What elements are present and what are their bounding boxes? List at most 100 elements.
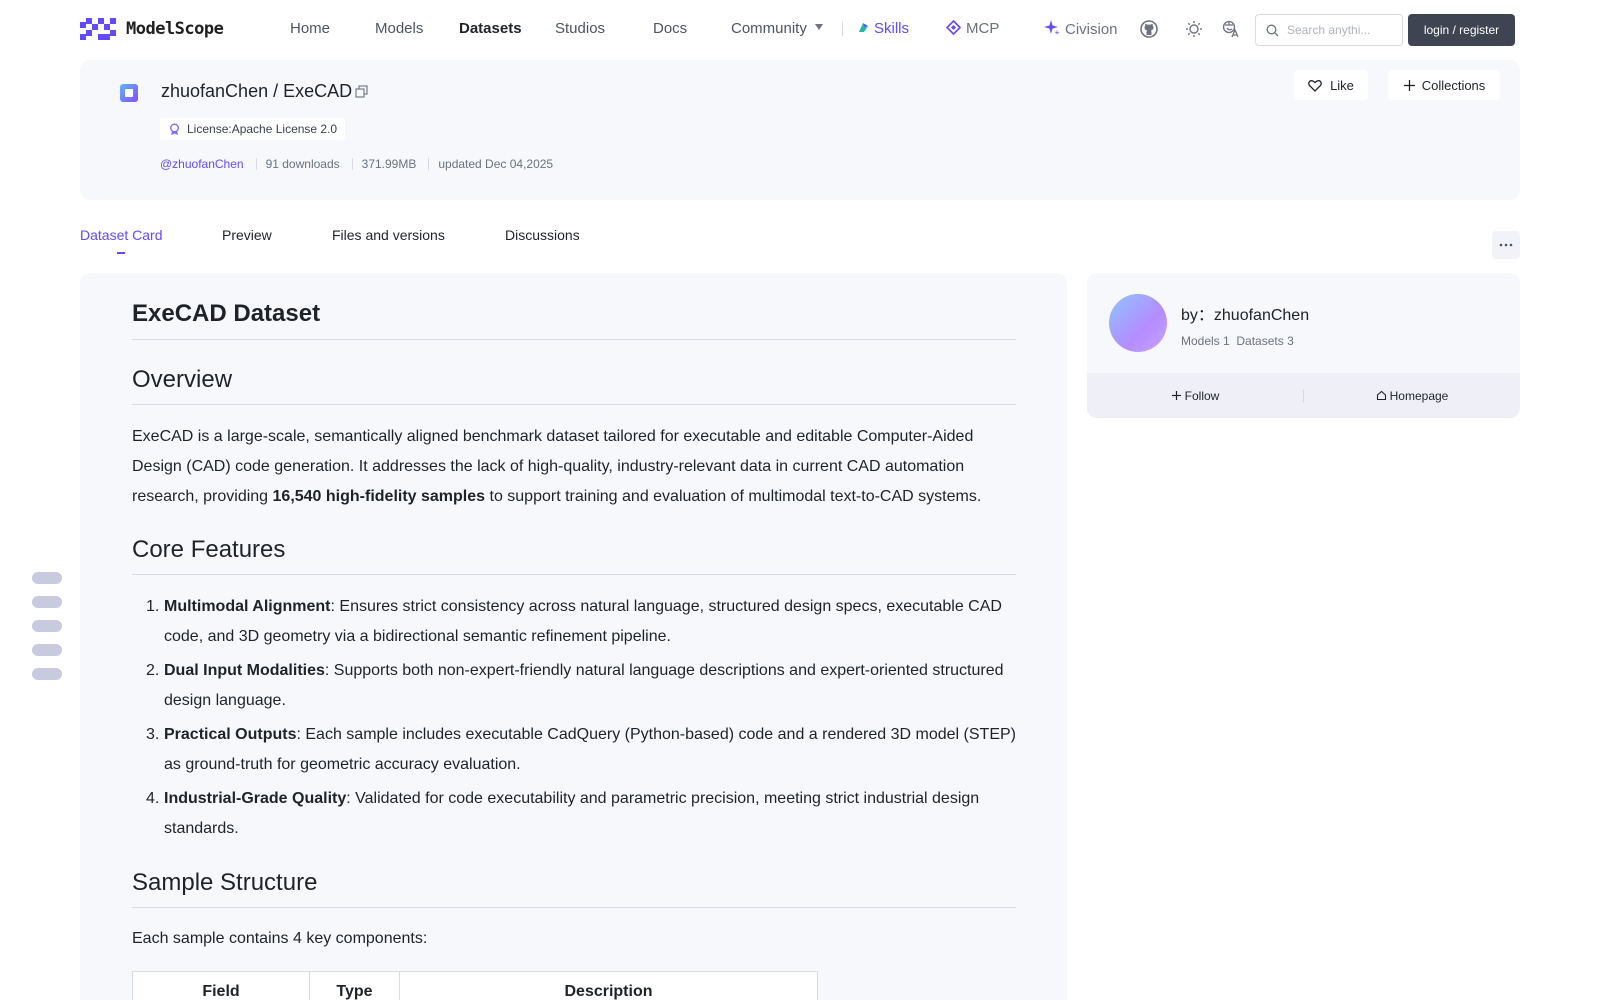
title-separator: / — [273, 81, 279, 101]
author-byline: by：zhuofanChen — [1181, 301, 1309, 325]
updated-date: updated Dec 04,2025 — [438, 157, 554, 171]
collections-button[interactable]: Collections — [1388, 70, 1500, 100]
license-icon — [170, 123, 179, 135]
github-icon[interactable] — [1140, 20, 1158, 38]
author-models-count[interactable]: Models 1 — [1181, 334, 1230, 348]
list-number: 2. — [146, 662, 160, 679]
list-item: 3. Practical Outputs: Each sample include… — [132, 720, 1016, 780]
follow-button[interactable]: Follow — [1087, 389, 1303, 403]
sample-structure-text: Each sample contains 4 key components: — [132, 930, 428, 947]
list-item: 1. Multimodal Alignment: Ensures strict c… — [132, 592, 1016, 652]
nav-studios[interactable]: Studios — [555, 20, 605, 37]
avatar[interactable] — [1109, 294, 1167, 352]
dataset-meta: @zhuofanChen 91 downloads 371.99MB updat… — [160, 157, 553, 171]
login-register-button[interactable]: login / register — [1408, 14, 1515, 46]
dataset-name: ExeCAD — [283, 81, 353, 101]
list-number: 3. — [146, 726, 160, 743]
ellipsis-icon — [1499, 243, 1513, 247]
nav-docs[interactable]: Docs — [653, 20, 687, 37]
dataset-owner[interactable]: zhuofanChen — [161, 81, 268, 101]
author-datasets-count[interactable]: Datasets 3 — [1236, 334, 1293, 348]
brand-logo[interactable]: ModelScope — [80, 18, 224, 40]
tab-dataset-card[interactable]: Dataset Card — [80, 227, 162, 243]
search-icon — [1266, 24, 1279, 36]
author-actions: Follow Homepage — [1087, 373, 1520, 418]
dataset-icon — [120, 84, 138, 102]
toc-item[interactable] — [32, 668, 62, 680]
search-box[interactable] — [1255, 14, 1403, 46]
tab-preview[interactable]: Preview — [222, 227, 272, 243]
nav-home[interactable]: Home — [290, 20, 330, 37]
nav-datasets[interactable]: Datasets — [459, 20, 522, 37]
like-label: Like — [1330, 77, 1354, 93]
active-tab-indicator — [117, 252, 125, 254]
more-options-button[interactable] — [1492, 231, 1520, 259]
nav-skills-label: Skills — [874, 20, 910, 37]
license-tag[interactable]: License:Apache License 2.0 — [160, 118, 346, 140]
author-name[interactable]: zhuofanChen — [1214, 307, 1309, 324]
homepage-label: Homepage — [1389, 388, 1449, 403]
nav-mcp-label: MCP — [966, 20, 1000, 37]
table-header-cell: Type — [309, 971, 400, 1000]
table-of-contents — [32, 572, 62, 692]
nav-community[interactable]: Community — [731, 20, 823, 37]
heart-icon — [1308, 79, 1322, 92]
feature-title: Multimodal Alignment — [164, 598, 331, 615]
toc-item[interactable] — [32, 596, 62, 608]
table-header-cell: Description — [399, 971, 818, 1000]
meta-divider — [255, 158, 257, 170]
skills-icon — [859, 23, 868, 32]
collections-label: Collections — [1421, 77, 1486, 93]
sparkle-icon — [1044, 20, 1060, 35]
sample-structure-heading: Sample Structure — [132, 869, 1016, 908]
mcp-icon — [945, 19, 962, 36]
translate-icon[interactable] — [1222, 20, 1240, 38]
sample-structure-table: Field Type Description — [132, 971, 818, 1000]
homepage-button[interactable]: Homepage — [1304, 389, 1520, 403]
like-button[interactable]: Like — [1294, 70, 1368, 100]
nav-skills[interactable]: Skills — [857, 20, 909, 37]
license-label: License:Apache License 2.0 — [187, 122, 338, 136]
toc-item[interactable] — [32, 620, 62, 632]
nav-models[interactable]: Models — [375, 20, 423, 37]
dataset-card-content: ExeCAD Dataset Overview ExeCAD is a larg… — [80, 273, 1067, 1000]
core-features-heading: Core Features — [132, 536, 1016, 575]
copy-icon[interactable] — [355, 85, 368, 98]
home-icon — [1376, 390, 1386, 401]
plus-icon — [1171, 391, 1181, 400]
toc-item[interactable] — [32, 644, 62, 656]
plus-icon — [1403, 79, 1415, 91]
dataset-size: 371.99MB — [361, 157, 417, 171]
list-number: 1. — [146, 598, 160, 615]
toc-item[interactable] — [32, 572, 62, 584]
nav-divider — [842, 22, 843, 36]
search-input[interactable] — [1287, 23, 1397, 37]
overview-paragraph: ExeCAD is a large-scale, semantically al… — [132, 422, 1016, 512]
author-stats: Models 1 Datasets 3 — [1181, 334, 1294, 348]
logo-icon — [80, 18, 118, 40]
overview-text-end: to support training and evaluation of mu… — [485, 488, 982, 505]
list-number: 4. — [146, 790, 160, 807]
list-item: 4. Industrial-Grade Quality: Validated fo… — [132, 784, 1016, 844]
tab-discussions[interactable]: Discussions — [505, 227, 580, 243]
table-header-row: Field Type Description — [132, 971, 818, 1000]
nav-mcp[interactable]: MCP — [945, 19, 1000, 37]
feature-title: Industrial-Grade Quality — [164, 790, 347, 807]
nav-civision[interactable]: Civision — [1044, 20, 1118, 38]
list-item: 2. Dual Input Modalities: Supports both n… — [132, 656, 1016, 716]
tab-files-and-versions[interactable]: Files and versions — [332, 227, 445, 243]
dataset-title: zhuofanChen / ExeCAD — [161, 81, 352, 102]
feature-title: Practical Outputs — [164, 726, 297, 743]
brand-name: ModelScope — [126, 19, 224, 39]
table-header-cell: Field — [132, 971, 310, 1000]
by-label: by： — [1181, 307, 1214, 324]
overview-highlight: 16,540 high-fidelity samples — [272, 488, 486, 505]
features-list: 1. Multimodal Alignment: Ensures strict c… — [132, 592, 1016, 848]
feature-title: Dual Input Modalities — [164, 662, 325, 679]
top-navbar: ModelScope Home Models Datasets Studios … — [0, 0, 1600, 58]
author-link[interactable]: @zhuofanChen — [160, 157, 244, 171]
sun-icon[interactable] — [1185, 20, 1203, 38]
chevron-down-icon — [814, 24, 823, 31]
nav-civision-label: Civision — [1065, 21, 1118, 38]
nav-community-label: Community — [731, 20, 807, 37]
